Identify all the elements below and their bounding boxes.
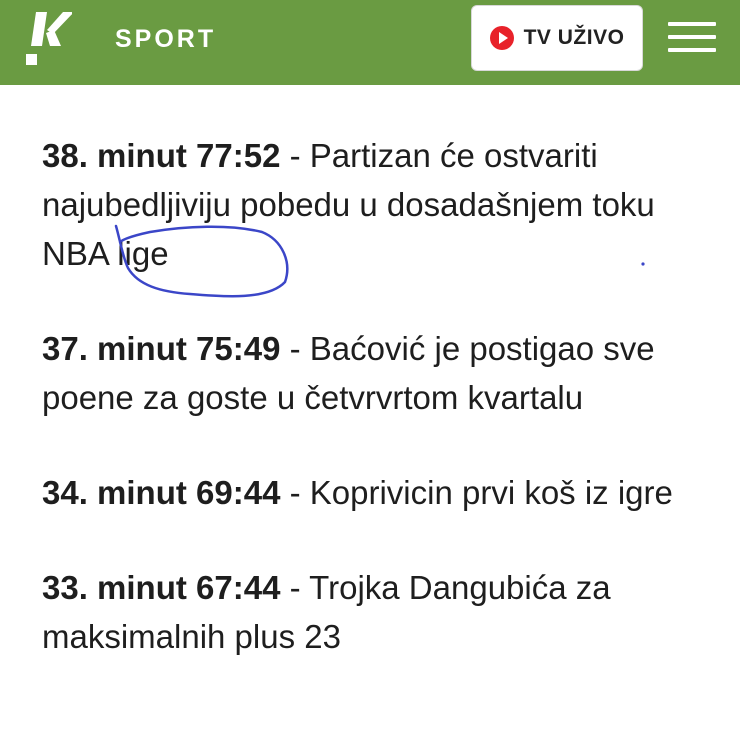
top-bar: SPORT TV UŽIVO — [0, 0, 740, 85]
entry-separator: - — [280, 330, 310, 367]
feed-entry: 37. minut 75:49 - Baćović je postigao sv… — [42, 324, 712, 422]
entry-timestamp: 37. minut 75:49 — [42, 330, 281, 367]
entry-separator: - — [280, 137, 310, 174]
hamburger-menu-icon[interactable] — [668, 20, 716, 54]
entry-text-circled: NBA lige — [42, 235, 169, 272]
feed-entry: 34. minut 69:44 - Koprivicin prvi koš iz… — [42, 468, 712, 517]
section-label[interactable]: SPORT — [115, 24, 216, 54]
tv-live-button[interactable]: TV UŽIVO — [471, 5, 643, 71]
entry-timestamp: 33. minut 67:44 — [42, 569, 281, 606]
logo-icon[interactable] — [22, 6, 72, 70]
feed-entry: 33. minut 67:44 - Trojka Dangubića za ma… — [42, 563, 712, 661]
entry-separator: - — [280, 474, 310, 511]
live-feed: 38. minut 77:52 - Partizan će ostvariti … — [42, 131, 712, 707]
feed-entry: 38. minut 77:52 - Partizan će ostvariti … — [42, 131, 712, 278]
entry-separator: - — [280, 569, 310, 606]
play-icon — [489, 26, 514, 50]
entry-timestamp: 38. minut 77:52 — [42, 137, 281, 174]
entry-text: Koprivicin prvi koš iz igre — [309, 474, 673, 511]
tv-live-label: TV UŽIVO — [523, 26, 625, 49]
entry-timestamp: 34. minut 69:44 — [42, 474, 281, 511]
